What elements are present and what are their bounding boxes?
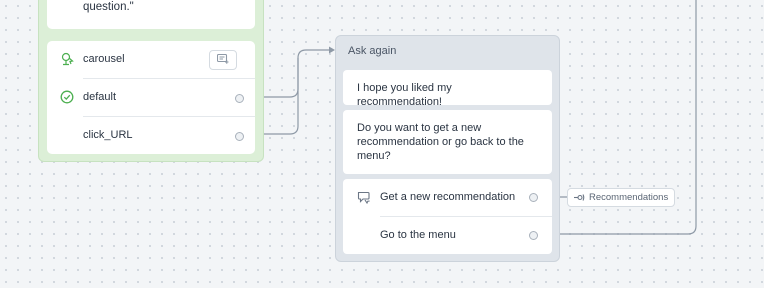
quick-reply-icon xyxy=(357,191,371,209)
message-text: I hope you liked my recommendation! xyxy=(357,82,452,108)
buttons-block: Get a new recommendation Go to the menu xyxy=(343,179,552,254)
output-port-go-to-menu[interactable] xyxy=(529,231,538,240)
target-node-label: Recommendations xyxy=(589,192,669,203)
output-port-get-new-recommendation[interactable] xyxy=(529,193,538,202)
message-bubble[interactable]: I hope you liked my recommendation! xyxy=(343,70,552,108)
output-port-click-url[interactable] xyxy=(235,132,244,141)
flow-link-icon xyxy=(573,193,585,205)
output-port-default[interactable] xyxy=(235,94,244,103)
message-text-block: why it matches the customers question." xyxy=(47,0,255,29)
ask-again-node-card[interactable]: Ask again I hope you liked my recommenda… xyxy=(335,35,560,262)
button-row-get-new-recommendation[interactable]: Get a new recommendation xyxy=(343,179,552,216)
message-text: Do you want to get a new recommendation … xyxy=(357,122,524,162)
target-node-tag[interactable]: Recommendations xyxy=(567,188,675,207)
button-row-default[interactable]: default xyxy=(47,79,255,116)
button-label-click-url: click_URL xyxy=(83,129,133,141)
button-label-get-new-recommendation: Get a new recommendation xyxy=(380,191,516,203)
message-node-card[interactable]: why it matches the customers question." … xyxy=(38,0,264,162)
button-row-click-url[interactable]: click_URL xyxy=(47,117,255,154)
button-row-go-to-menu[interactable]: Go to the menu xyxy=(343,217,552,254)
message-text: why it matches the customers question." xyxy=(83,1,134,13)
carousel-settings-button[interactable] xyxy=(209,50,237,70)
button-label-go-to-menu: Go to the menu xyxy=(380,229,456,241)
button-label-default: default xyxy=(83,91,117,103)
carousel-icon xyxy=(60,52,74,66)
message-bubble[interactable]: Do you want to get a new recommendation … xyxy=(343,110,552,174)
check-circle-icon xyxy=(60,90,74,104)
button-row-carousel[interactable]: carousel xyxy=(47,41,255,78)
connector-default-to-ask-again xyxy=(255,49,330,98)
node-title: Ask again xyxy=(348,45,397,57)
button-label-carousel: carousel xyxy=(83,53,125,65)
buttons-block: carousel default click_URL xyxy=(47,41,255,154)
